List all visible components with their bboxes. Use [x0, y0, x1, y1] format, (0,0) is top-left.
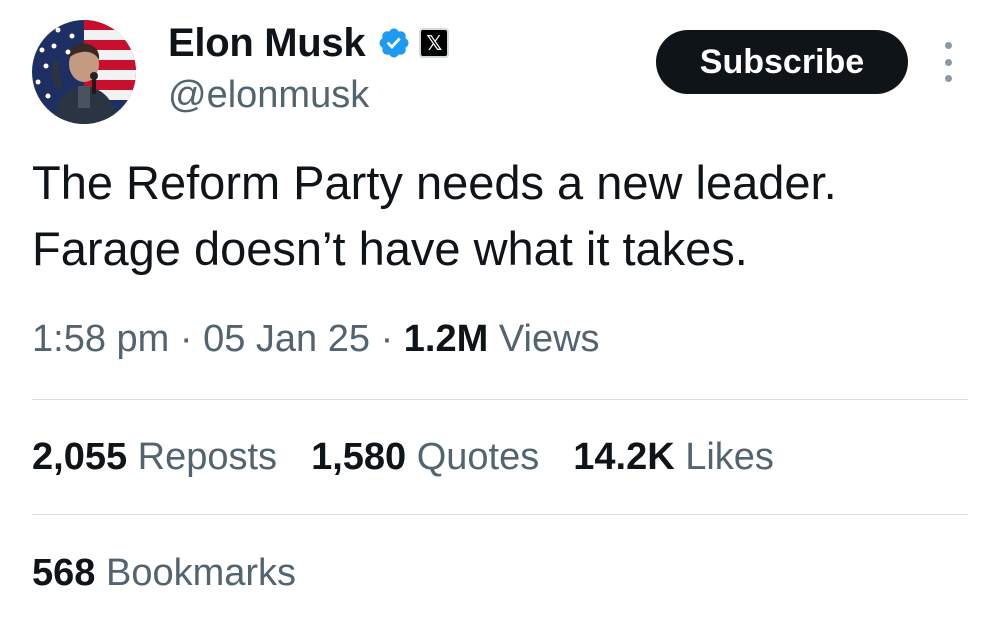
tweet-date[interactable]: 05 Jan 25: [203, 318, 370, 360]
author-name-row: Elon Musk 𝕏: [168, 18, 450, 68]
bookmarks-count: 568: [32, 552, 96, 594]
quotes-stat[interactable]: 1,580 Quotes: [311, 436, 539, 479]
quotes-label: Quotes: [416, 436, 540, 478]
x-logo-icon[interactable]: 𝕏: [419, 28, 450, 58]
divider: [32, 514, 968, 515]
likes-count: 14.2K: [573, 436, 675, 478]
views-count[interactable]: 1.2M: [404, 318, 488, 360]
bookmarks-label: Bookmarks: [105, 552, 297, 594]
profile-photo-icon: [32, 20, 136, 124]
more-dot: [944, 75, 952, 82]
divider: [32, 399, 968, 400]
author-display-name[interactable]: Elon Musk: [168, 21, 366, 66]
more-dot: [944, 58, 952, 66]
bookmarks-stat[interactable]: 568 Bookmarks: [32, 552, 296, 595]
verified-badge-icon[interactable]: [377, 26, 411, 60]
tweet-time[interactable]: 1:58 pm: [32, 318, 169, 360]
meta-separator: ·: [380, 318, 394, 360]
avatar[interactable]: [32, 20, 136, 124]
reposts-count: 2,055: [32, 436, 128, 478]
tweet-meta: 1:58 pm · 05 Jan 25 · 1.2M Views: [32, 318, 600, 361]
engagement-stats: 2,055 Reposts 1,580 Quotes 14.2K Likes: [32, 436, 808, 479]
reposts-stat[interactable]: 2,055 Reposts: [32, 436, 277, 479]
quotes-count: 1,580: [311, 436, 407, 478]
tweet-text-line: The Reform Party needs a new leader.: [32, 156, 837, 209]
tweet-text-line: Farage doesn’t have what it takes.: [32, 222, 748, 275]
more-vertical-icon[interactable]: [936, 42, 960, 82]
reposts-label: Reposts: [137, 436, 278, 478]
views-label[interactable]: Views: [499, 318, 600, 360]
tweet-text: The Reform Party needs a new leader. Far…: [32, 150, 972, 282]
meta-separator: ·: [179, 318, 193, 360]
author-handle[interactable]: @elonmusk: [168, 74, 369, 117]
likes-label: Likes: [685, 436, 774, 478]
subscribe-button[interactable]: Subscribe: [656, 30, 908, 94]
likes-stat[interactable]: 14.2K Likes: [573, 436, 774, 479]
tweet-header: Elon Musk 𝕏 @elonmusk Subscribe: [0, 0, 1000, 130]
more-dot: [944, 42, 952, 49]
